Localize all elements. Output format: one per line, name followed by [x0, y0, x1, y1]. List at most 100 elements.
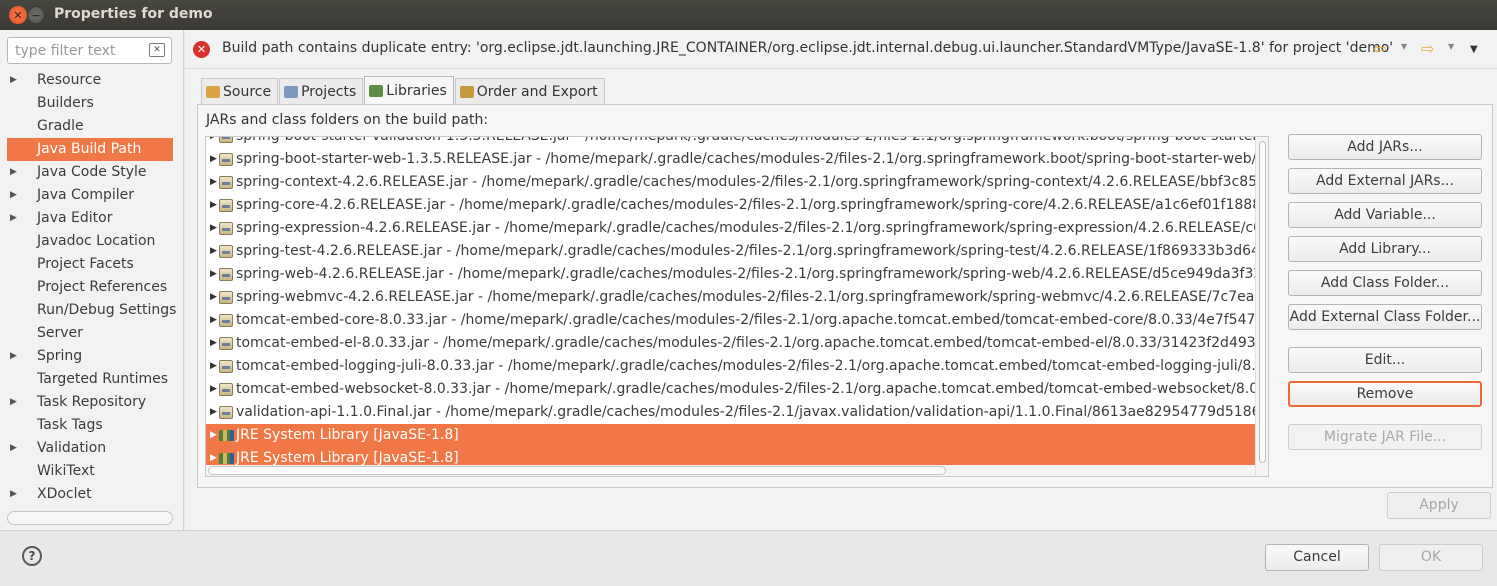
- nav-item-targeted-runtimes[interactable]: Targeted Runtimes: [7, 368, 173, 391]
- nav-item-java-build-path[interactable]: Java Build Path: [7, 138, 173, 161]
- expand-arrow-icon[interactable]: ▶: [210, 401, 217, 424]
- ok-button[interactable]: OK: [1379, 544, 1483, 571]
- jar-entry[interactable]: ▶ spring-boot-starter-validation-1.3.5.RE…: [206, 136, 1256, 148]
- expand-arrow-icon[interactable]: ▶: [10, 345, 17, 368]
- expand-arrow-icon[interactable]: ▶: [210, 194, 217, 217]
- view-menu-icon[interactable]: ▼: [1470, 44, 1478, 55]
- expand-arrow-icon[interactable]: ▶: [210, 332, 217, 355]
- nav-item-label: Task Repository: [37, 394, 147, 410]
- nav-item-builders[interactable]: Builders: [7, 92, 173, 115]
- expand-arrow-icon[interactable]: ▶: [210, 240, 217, 263]
- edit-button[interactable]: Edit...: [1288, 347, 1482, 373]
- expand-arrow-icon[interactable]: ▶: [10, 437, 17, 460]
- add-library-button[interactable]: Add Library...: [1288, 236, 1482, 262]
- add-jars-button[interactable]: Add JARs...: [1288, 134, 1482, 160]
- forward-arrow-icon[interactable]: ⇨: [1421, 39, 1434, 58]
- forward-history-dropdown-icon[interactable]: ▼: [1448, 42, 1454, 51]
- nav-item-resource[interactable]: ▶ Resource: [7, 69, 173, 92]
- expand-arrow-icon[interactable]: ▶: [210, 217, 217, 240]
- entry-label: spring-boot-starter-web-1.3.5.RELEASE.ja…: [236, 151, 1256, 167]
- nav-item-project-references[interactable]: Project References: [7, 276, 173, 299]
- expand-arrow-icon[interactable]: ▶: [210, 263, 217, 286]
- jar-entry[interactable]: ▶ spring-test-4.2.6.RELEASE.jar - /home/m…: [206, 240, 1256, 263]
- add-variable-button[interactable]: Add Variable...: [1288, 202, 1482, 228]
- jar-entry[interactable]: ▶ tomcat-embed-core-8.0.33.jar - /home/me…: [206, 309, 1256, 332]
- nav-item-label: Java Code Style: [37, 164, 147, 180]
- remove-button[interactable]: Remove: [1288, 381, 1482, 407]
- jar-entry[interactable]: ▶ tomcat-embed-el-8.0.33.jar - /home/mepa…: [206, 332, 1256, 355]
- entry-label: tomcat-embed-logging-juli-8.0.33.jar - /…: [236, 358, 1256, 374]
- nav-item-run-debug-settings[interactable]: Run/Debug Settings: [7, 299, 176, 322]
- jar-entry[interactable]: ▶ spring-web-4.2.6.RELEASE.jar - /home/me…: [206, 263, 1256, 286]
- filter-input[interactable]: [15, 39, 143, 62]
- add-class-folder-button[interactable]: Add Class Folder...: [1288, 270, 1482, 296]
- jar-entry[interactable]: ▶ spring-core-4.2.6.RELEASE.jar - /home/m…: [206, 194, 1256, 217]
- nav-item-java-code-style[interactable]: ▶ Java Code Style: [7, 161, 173, 184]
- nav-item-javadoc-location[interactable]: Javadoc Location: [7, 230, 173, 253]
- nav-item-java-compiler[interactable]: ▶ Java Compiler: [7, 184, 173, 207]
- nav-item-project-facets[interactable]: Project Facets: [7, 253, 173, 276]
- migrate-jar-file-button[interactable]: Migrate JAR File...: [1288, 424, 1482, 450]
- nav-item-spring[interactable]: ▶ Spring: [7, 345, 173, 368]
- jar-entry[interactable]: ▶ spring-context-4.2.6.RELEASE.jar - /hom…: [206, 171, 1256, 194]
- expand-arrow-icon[interactable]: ▶: [10, 391, 17, 414]
- jar-entry[interactable]: ▶ spring-boot-starter-web-1.3.5.RELEASE.j…: [206, 148, 1256, 171]
- expand-arrow-icon[interactable]: ▶: [210, 424, 217, 447]
- expand-arrow-icon[interactable]: ▶: [210, 378, 217, 401]
- expand-arrow-icon[interactable]: ▶: [210, 171, 217, 194]
- nav-item-label: Resource: [37, 72, 102, 88]
- nav-item-java-editor[interactable]: ▶ Java Editor: [7, 207, 173, 230]
- cancel-button[interactable]: Cancel: [1265, 544, 1369, 571]
- nav-item-task-tags[interactable]: Task Tags: [7, 414, 173, 437]
- jar-file-icon: [219, 222, 233, 235]
- nav-item-xdoclet[interactable]: ▶ XDoclet: [7, 483, 173, 506]
- jar-file-icon: [219, 360, 233, 373]
- libraries-tree[interactable]: ▶ spring-boot-starter-validation-1.3.5.RE…: [205, 136, 1269, 477]
- nav-item-validation[interactable]: ▶ Validation: [7, 437, 173, 460]
- tab-projects[interactable]: Projects: [279, 78, 364, 104]
- nav-item-label: Targeted Runtimes: [37, 371, 169, 387]
- jar-file-icon: [219, 137, 233, 143]
- help-icon[interactable]: ?: [22, 546, 42, 566]
- nav-item-server[interactable]: Server: [7, 322, 173, 345]
- jre-library-entry[interactable]: ▶ JRE System Library [JavaSE-1.8]: [206, 424, 1256, 447]
- expand-arrow-icon[interactable]: ▶: [210, 309, 217, 332]
- horizontal-scroll-thumb[interactable]: [208, 466, 946, 475]
- entry-label: spring-boot-starter-validation-1.3.5.REL…: [236, 136, 1256, 144]
- jar-entry[interactable]: ▶ tomcat-embed-logging-juli-8.0.33.jar - …: [206, 355, 1256, 378]
- add-external-jars-button[interactable]: Add External JARs...: [1288, 168, 1482, 194]
- back-arrow-icon[interactable]: ⇦: [1373, 39, 1386, 58]
- tab-order-and-export[interactable]: Order and Export: [454, 78, 605, 104]
- jar-entry[interactable]: ▶ validation-api-1.1.0.Final.jar - /home/…: [206, 401, 1256, 424]
- expand-arrow-icon[interactable]: ▶: [210, 355, 217, 378]
- add-external-class-folder-button[interactable]: Add External Class Folder...: [1288, 304, 1482, 330]
- apply-button[interactable]: Apply: [1387, 492, 1491, 519]
- libraries-heading: JARs and class folders on the build path…: [206, 112, 489, 128]
- tab-libraries[interactable]: Libraries: [364, 76, 454, 104]
- nav-item-task-repository[interactable]: ▶ Task Repository: [7, 391, 173, 414]
- minimize-window-button[interactable]: −: [27, 6, 45, 24]
- expand-arrow-icon[interactable]: ▶: [210, 148, 217, 171]
- jar-entry[interactable]: ▶ spring-webmvc-4.2.6.RELEASE.jar - /home…: [206, 286, 1256, 309]
- tab-source[interactable]: Source: [201, 78, 279, 104]
- expand-arrow-icon[interactable]: ▶: [210, 137, 217, 148]
- jar-entry[interactable]: ▶ spring-expression-4.2.6.RELEASE.jar - /…: [206, 217, 1256, 240]
- tree-horizontal-scrollbar[interactable]: [206, 465, 1256, 476]
- nav-horizontal-scrollbar[interactable]: [7, 511, 173, 525]
- expand-arrow-icon[interactable]: ▶: [210, 286, 217, 309]
- back-history-dropdown-icon[interactable]: ▼: [1401, 42, 1407, 51]
- entry-label: tomcat-embed-core-8.0.33.jar - /home/mep…: [236, 312, 1256, 328]
- expand-arrow-icon[interactable]: ▶: [10, 207, 17, 230]
- expand-arrow-icon[interactable]: ▶: [10, 483, 17, 506]
- jar-entry[interactable]: ▶ tomcat-embed-websocket-8.0.33.jar - /ho…: [206, 378, 1256, 401]
- close-window-button[interactable]: ✕: [9, 6, 27, 24]
- vertical-scroll-thumb[interactable]: [1259, 141, 1266, 463]
- clear-filter-icon[interactable]: ✕: [149, 43, 165, 57]
- expand-arrow-icon[interactable]: ▶: [10, 69, 17, 92]
- expand-arrow-icon[interactable]: ▶: [10, 184, 17, 207]
- tree-vertical-scrollbar[interactable]: [1255, 137, 1268, 476]
- filter-box[interactable]: ✕: [7, 37, 172, 64]
- nav-item-gradle[interactable]: Gradle: [7, 115, 173, 138]
- nav-item-wikitext[interactable]: WikiText: [7, 460, 173, 483]
- expand-arrow-icon[interactable]: ▶: [10, 161, 17, 184]
